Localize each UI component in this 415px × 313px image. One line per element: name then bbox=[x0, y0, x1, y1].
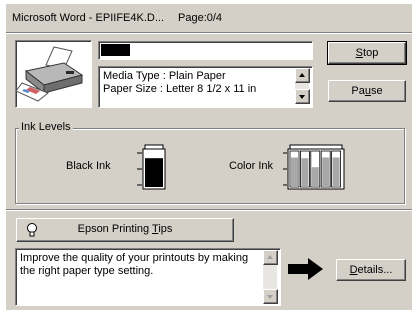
printing-tips-button[interactable]: Epson Printing Tips bbox=[16, 218, 234, 242]
scroll-up-button[interactable] bbox=[295, 68, 310, 83]
scroll-down-icon bbox=[299, 95, 305, 99]
stop-button[interactable]: Stop bbox=[327, 41, 407, 65]
tip-scrollbar[interactable] bbox=[263, 250, 278, 304]
color-ink-level-fill bbox=[332, 157, 340, 187]
title-separator bbox=[6, 32, 412, 34]
pause-button[interactable]: Pause bbox=[328, 80, 406, 102]
scroll-up-icon bbox=[299, 73, 305, 77]
media-info-box: Media Type : Plain Paper Paper Size : Le… bbox=[98, 66, 313, 108]
scroll-up-icon bbox=[267, 255, 273, 259]
arrow-right-icon bbox=[288, 258, 324, 280]
details-button[interactable]: Details... bbox=[336, 259, 406, 281]
progress-window: Microsoft Word - EPIIFE4K.D... Page:0/4 … bbox=[6, 4, 412, 310]
ink-separator bbox=[6, 209, 412, 211]
scroll-down-icon bbox=[267, 295, 273, 299]
printer-icon bbox=[15, 40, 92, 108]
color-ink-gauge bbox=[282, 143, 346, 191]
scroll-down-button[interactable] bbox=[295, 89, 310, 104]
color-ink-level-fill bbox=[301, 158, 309, 187]
tip-scroll-up-button[interactable] bbox=[263, 250, 278, 265]
progress-bar bbox=[98, 41, 313, 60]
color-ink-level-fill bbox=[291, 157, 298, 187]
paper-size-text: Paper Size : Letter 8 1/2 x 11 in bbox=[103, 83, 257, 95]
color-ink-level-fill bbox=[322, 157, 330, 187]
lightbulb-icon bbox=[25, 222, 39, 238]
tip-scroll-down-button[interactable] bbox=[263, 289, 278, 304]
color-ink-level-fill bbox=[311, 167, 319, 187]
black-ink-label: Black Ink bbox=[66, 160, 111, 172]
media-type-text: Media Type : Plain Paper bbox=[103, 70, 226, 82]
ink-levels-title: Ink Levels bbox=[19, 121, 73, 133]
color-ink-label: Color Ink bbox=[229, 160, 274, 172]
page-status: Page:0/4 bbox=[178, 12, 223, 24]
progress-fill bbox=[101, 44, 130, 56]
tip-text: Improve the quality of your printouts by… bbox=[20, 252, 249, 277]
document-title: Microsoft Word - EPIIFE4K.D... bbox=[12, 12, 164, 24]
media-info-scrollbar[interactable] bbox=[295, 68, 310, 104]
black-ink-gauge bbox=[135, 143, 169, 191]
tip-text-box: Improve the quality of your printouts by… bbox=[15, 248, 281, 306]
